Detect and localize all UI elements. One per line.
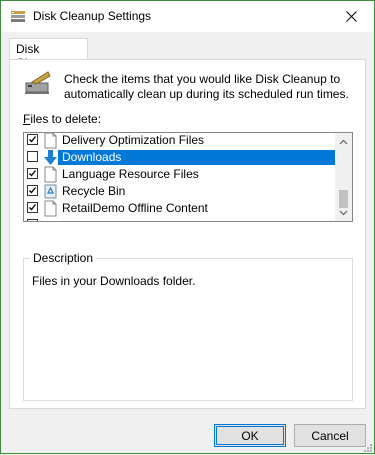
checkbox[interactable] [27,151,38,162]
chevron-down-icon [339,210,348,215]
checkbox[interactable] [27,168,38,179]
description-text: Files in your Downloads folder. [32,274,196,288]
title-bar[interactable]: Disk Cleanup Settings [1,1,374,32]
tab-strip: Disk Cleanup [9,38,366,70]
description-groupbox: Description Files in your Downloads fold… [23,251,353,401]
list-item[interactable]: Delivery Optimization Files [24,133,335,149]
scroll-up-button[interactable] [335,133,352,150]
instructions-text: Check the items that you would like Disk… [64,72,349,101]
checkbox[interactable] [27,219,38,221]
list-item[interactable]: Language Resource Files [24,166,335,183]
list-item-label: Delivery Optimization Files [62,133,205,147]
download-arrow-icon [43,149,58,166]
close-button[interactable] [328,1,374,32]
cancel-button[interactable]: Cancel [294,424,366,447]
ok-button[interactable]: OK [214,424,286,447]
checkbox[interactable] [27,185,38,196]
ok-label: OK [241,428,259,443]
tab-disk-cleanup[interactable]: Disk Cleanup [9,38,88,70]
list-item[interactable]: RetailDemo Offline Content [24,200,335,217]
list-item-partial[interactable] [24,217,335,221]
checkbox[interactable] [27,202,38,213]
files-to-delete-label: Files to delete: [23,112,101,126]
resize-grip-icon[interactable] [362,441,372,452]
files-label-text: iles to delete: [30,112,102,126]
disk-cleanup-icon [10,9,26,24]
scroll-down-button[interactable] [335,204,352,221]
cancel-label: Cancel [311,428,349,443]
list-item-selected[interactable]: Downloads [24,149,335,166]
file-icon [43,200,58,217]
checkbox[interactable] [27,134,38,145]
list-item-label: Recycle Bin [62,184,126,198]
dialog-window: Disk Cleanup Settings Disk Cleanup Check… [0,0,375,454]
description-legend: Description [30,251,97,265]
list-item-label: RetailDemo Offline Content [62,201,208,215]
list-item-label: Language Resource Files [62,167,199,181]
files-listbox[interactable]: Delivery Optimization Files Downloads La… [23,132,353,222]
disk-drive-broom-icon [22,68,54,100]
vertical-scrollbar[interactable] [335,133,352,221]
list-item-label: Downloads [58,150,335,165]
window-title: Disk Cleanup Settings [33,9,152,23]
file-icon [43,133,58,149]
recycle-bin-icon [43,183,58,200]
list-item[interactable]: Recycle Bin [24,183,335,200]
chevron-up-icon [339,139,348,144]
close-icon [345,11,357,22]
tab-panel: Check the items that you would like Disk… [9,59,366,409]
file-icon [43,166,58,183]
